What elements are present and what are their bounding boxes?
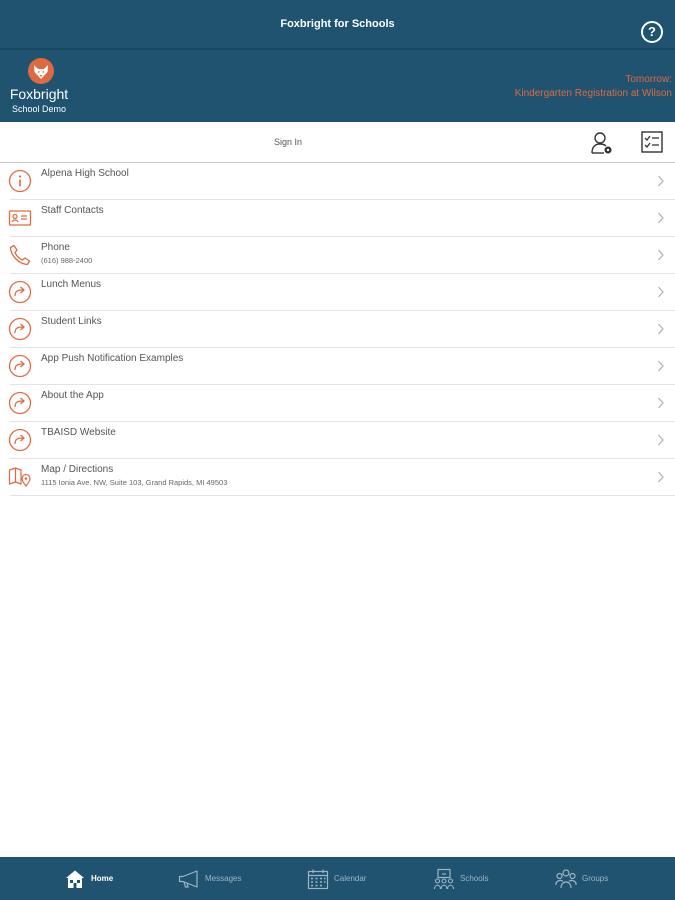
chevron-right-icon — [658, 286, 664, 298]
tab-groups[interactable]: Groups — [555, 857, 608, 900]
link-arrow-icon — [8, 428, 32, 452]
link-arrow-icon — [8, 317, 32, 341]
list-item-push-notification-examples[interactable]: App Push Notification Examples — [8, 348, 675, 385]
groups-icon — [555, 868, 577, 888]
school-banner: Foxbright School Demo Tomorrow: Kinderga… — [0, 50, 675, 122]
tab-label: Home — [91, 874, 114, 883]
chevron-right-icon — [658, 175, 664, 187]
link-arrow-icon — [8, 391, 32, 415]
map-pin-icon — [8, 467, 31, 488]
list-item-alpena-high-school[interactable]: Alpena High School — [8, 163, 675, 200]
sign-in-link[interactable]: Sign In — [274, 137, 302, 147]
top-nav-bar: Foxbright for Schools ? — [0, 0, 675, 48]
logo-name: Foxbright — [9, 86, 69, 102]
list-item-label: Map / Directions — [41, 464, 114, 475]
schools-icon — [433, 868, 455, 889]
info-icon — [8, 169, 32, 193]
foxbright-logo[interactable]: Foxbright School Demo — [4, 56, 74, 118]
tab-label: Groups — [582, 874, 609, 883]
link-arrow-icon — [8, 280, 32, 304]
list-item-student-links[interactable]: Student Links — [8, 311, 675, 348]
user-settings-icon[interactable] — [590, 131, 614, 155]
chevron-right-icon — [658, 434, 664, 446]
list-item-label: TBAISD Website — [41, 427, 116, 438]
announcement-text: Kindergarten Registration at Wilson — [514, 88, 672, 99]
calendar-icon — [307, 869, 329, 889]
tab-schools[interactable]: Schools — [433, 857, 488, 900]
list-item-tbaisd-website[interactable]: TBAISD Website — [8, 422, 675, 459]
bottom-tab-bar: Home Messages Calendar Schools Groups — [0, 857, 675, 900]
menu-list: Alpena High School Staff Contacts Phone … — [0, 163, 675, 496]
list-item-label: Student Links — [41, 316, 102, 327]
contact-card-icon — [8, 210, 32, 226]
list-item-label: Lunch Menus — [41, 279, 102, 290]
phone-icon — [9, 244, 31, 266]
chevron-right-icon — [658, 360, 664, 372]
tab-messages[interactable]: Messages — [178, 857, 241, 900]
list-item-label: About the App — [41, 390, 104, 401]
tab-calendar[interactable]: Calendar — [307, 857, 366, 900]
app-screen: Foxbright for Schools ? Foxbright School… — [0, 0, 675, 900]
tab-label: Schools — [460, 874, 489, 883]
checklist-icon[interactable] — [641, 131, 663, 153]
announcement[interactable]: Tomorrow: Kindergarten Registration at W… — [515, 73, 672, 101]
logo-subtitle: School Demo — [11, 104, 67, 114]
megaphone-icon — [178, 869, 198, 888]
list-item-staff-contacts[interactable]: Staff Contacts — [8, 200, 675, 237]
address-text: 1115 Ionia Ave. NW, Suite 103, Grand Rap… — [41, 478, 228, 487]
link-arrow-icon — [8, 354, 32, 378]
fox-logo-icon — [28, 58, 54, 84]
signin-bar: Sign In — [0, 122, 675, 163]
list-item-label: App Push Notification Examples — [41, 353, 184, 364]
chevron-right-icon — [658, 249, 664, 261]
chevron-right-icon — [658, 212, 664, 224]
list-item-label: Alpena High School — [41, 168, 129, 179]
list-item-label: Phone — [41, 242, 70, 253]
tab-label: Calendar — [334, 874, 367, 883]
list-item-lunch-menus[interactable]: Lunch Menus — [8, 274, 675, 311]
chevron-right-icon — [658, 323, 664, 335]
home-icon — [66, 870, 84, 888]
list-item-label: Staff Contacts — [41, 205, 104, 216]
list-item-map-directions[interactable]: Map / Directions 1115 Ionia Ave. NW, Sui… — [8, 459, 675, 496]
tab-home[interactable]: Home — [64, 857, 113, 900]
announcement-when: Tomorrow: — [625, 74, 672, 85]
help-button[interactable]: ? — [641, 21, 663, 43]
list-item-about-the-app[interactable]: About the App — [8, 385, 675, 422]
tab-label: Messages — [205, 874, 242, 883]
help-icon: ? — [648, 24, 656, 39]
chevron-right-icon — [658, 471, 664, 483]
chevron-right-icon — [658, 397, 664, 409]
list-item-phone[interactable]: Phone (616) 988-2400 — [9, 237, 675, 274]
app-title: Foxbright for Schools — [280, 18, 395, 30]
phone-number: (616) 988-2400 — [41, 256, 93, 265]
